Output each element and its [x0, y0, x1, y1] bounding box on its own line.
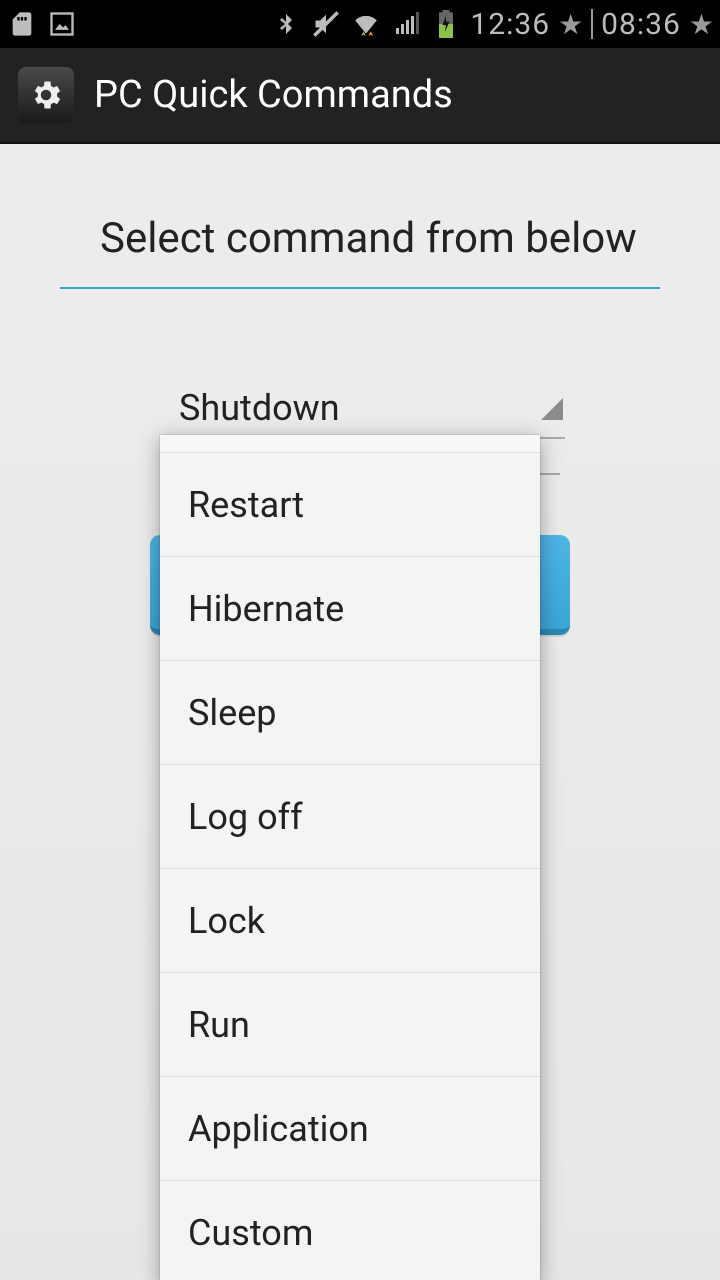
dropdown-item-restart[interactable]: Restart	[160, 453, 540, 557]
dropdown-item-label: Custom	[188, 1212, 313, 1254]
media-icon	[46, 8, 78, 40]
dropdown-spacer	[160, 435, 540, 453]
dropdown-item-sleep[interactable]: Sleep	[160, 661, 540, 765]
status-divider	[591, 9, 593, 39]
dropdown-item-run[interactable]: Run	[160, 973, 540, 1077]
page-heading: Select command from below	[60, 214, 660, 289]
status-bar: 12:36 ★ 08:36 ★	[0, 0, 720, 48]
dropdown-item-label: Restart	[188, 484, 304, 526]
dropdown-item-label: Lock	[188, 900, 265, 942]
dropdown-item-label: Application	[188, 1108, 369, 1150]
dropdown-item-custom[interactable]: Custom	[160, 1181, 540, 1280]
dropdown-item-label: Log off	[188, 796, 303, 838]
dropdown-item-label: Sleep	[188, 692, 277, 734]
app-icon	[18, 67, 74, 123]
app-title: PC Quick Commands	[94, 73, 453, 117]
star-icon: ★	[558, 8, 583, 41]
status-right: 12:36 ★ 08:36 ★	[270, 7, 714, 42]
battery-charging-icon	[430, 8, 462, 40]
status-time-1: 12:36	[470, 7, 550, 42]
dropdown-item-hibernate[interactable]: Hibernate	[160, 557, 540, 661]
wifi-icon	[350, 8, 382, 40]
status-left	[6, 8, 78, 40]
status-time-2: 08:36	[601, 7, 681, 42]
command-dropdown: Restart Hibernate Sleep Log off Lock Run…	[160, 435, 540, 1280]
action-bar: PC Quick Commands	[0, 48, 720, 144]
dropdown-item-label: Hibernate	[188, 588, 344, 630]
dropdown-item-lock[interactable]: Lock	[160, 869, 540, 973]
dropdown-item-application[interactable]: Application	[160, 1077, 540, 1181]
bluetooth-icon	[270, 8, 302, 40]
sdcard-icon	[6, 8, 38, 40]
signal-icon	[390, 8, 422, 40]
dropdown-item-logoff[interactable]: Log off	[160, 765, 540, 869]
star-icon: ★	[689, 8, 714, 41]
dropdown-item-label: Run	[188, 1004, 250, 1046]
mute-icon	[310, 8, 342, 40]
